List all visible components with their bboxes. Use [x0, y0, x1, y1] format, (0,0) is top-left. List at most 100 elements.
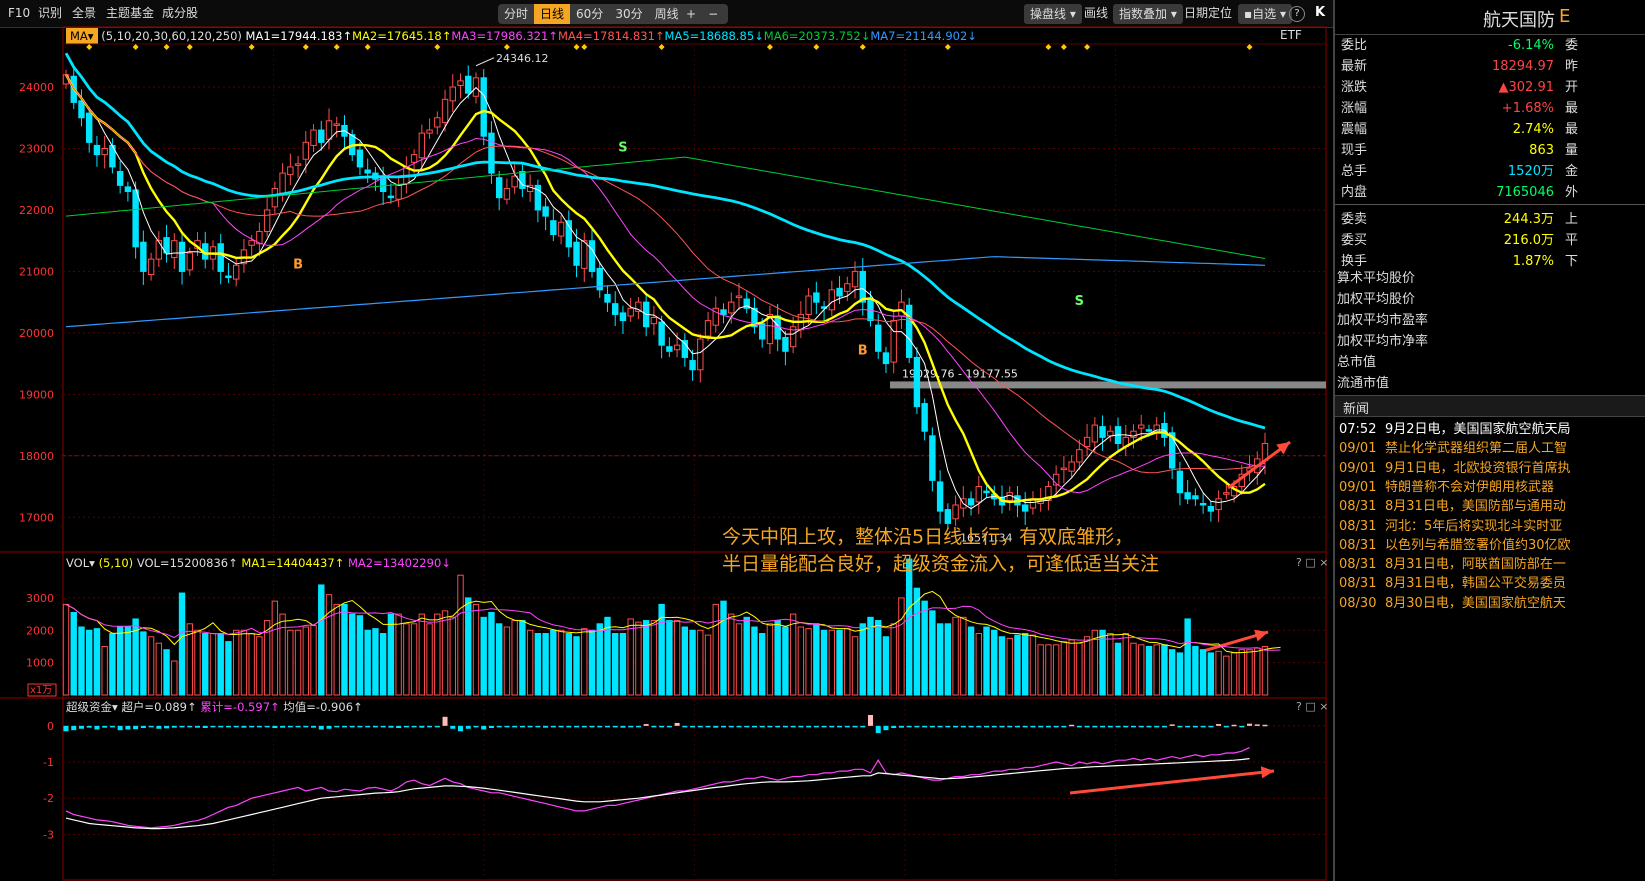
- volume-bar: [573, 636, 580, 696]
- volume-bar: [704, 634, 712, 696]
- candle-body: [844, 283, 851, 292]
- news-title: 新闻: [1343, 402, 1370, 417]
- candle-body: [875, 324, 882, 352]
- news-item[interactable]: 08/31 8月31日电，美国防部与通用动: [1335, 497, 1645, 516]
- quote-label: 总手: [1341, 164, 1368, 179]
- super-fund-bar: [906, 725, 912, 728]
- super-fund-bar: [1208, 725, 1214, 728]
- volume-bar: [410, 623, 418, 696]
- super-fund-bar: [1045, 725, 1051, 728]
- high-price-pointer: [475, 57, 495, 67]
- super-fund-bar: [365, 725, 371, 728]
- volume-bar: [232, 629, 240, 696]
- price-tick-label: 24000: [19, 81, 54, 94]
- candle-body: [557, 221, 565, 237]
- super-fund-bar: [272, 725, 278, 729]
- candle-body: [952, 504, 959, 520]
- candle-body: [147, 258, 155, 275]
- candle-body: [171, 240, 178, 259]
- candle-body: [217, 243, 224, 272]
- super-fund-bar: [241, 725, 247, 728]
- volume-bar: [975, 633, 982, 696]
- range-band: [890, 381, 1326, 389]
- super-fund-bar: [883, 725, 889, 731]
- candle-body: [116, 171, 124, 186]
- chart-canvas[interactable]: 1700018000190002000021000220002300024000…: [0, 0, 1330, 881]
- event-marker: [186, 44, 193, 50]
- volume-bar: [1060, 641, 1068, 696]
- super-fund-bar: [690, 725, 696, 728]
- candle-body: [495, 177, 503, 199]
- super-fund-bar: [256, 725, 262, 728]
- volume-bar: [1184, 618, 1191, 696]
- quote-panel: 航天国防 E 委比 -6.14% 委最新 18294.97 昨涨跌 ▲302.91 开涨幅 +…: [1333, 0, 1645, 881]
- super-fund-bar: [581, 725, 587, 728]
- super-fund-bar: [1038, 725, 1044, 728]
- stat-label: 总市值: [1337, 355, 1377, 370]
- super-fund-bar: [403, 725, 409, 728]
- volume-bar: [882, 636, 890, 696]
- volume-bar: [372, 628, 379, 696]
- event-marker: [766, 44, 773, 50]
- candle-body: [325, 120, 333, 140]
- news-date: 08/30: [1339, 595, 1377, 611]
- super-fund-bar: [968, 725, 974, 728]
- news-item[interactable]: 08/31 8月31日电，阿联酋国防部在一: [1335, 555, 1645, 574]
- annotation-line-2: 半日量能配合良好，超级资金流入，可逢低适当关注: [722, 553, 1160, 575]
- super-fund-bar: [682, 725, 688, 728]
- volume-bar: [960, 616, 967, 696]
- volume-bar: [325, 594, 333, 696]
- super-fund-bar: [550, 725, 556, 728]
- volume-bar: [449, 616, 456, 696]
- vol-panel-controls[interactable]: ? □ ×: [1296, 556, 1328, 569]
- volume-bar: [929, 610, 936, 696]
- volume-bar: [1138, 644, 1145, 696]
- news-item[interactable]: 08/30 8月30日电，美国国家航空航天: [1335, 594, 1645, 613]
- news-item[interactable]: 08/31 河北：5年后将实现北斗实时亚: [1335, 517, 1645, 536]
- volume-bar: [1099, 629, 1106, 696]
- super-fund-bar: [922, 725, 928, 728]
- news-header: 新闻: [1335, 395, 1645, 417]
- news-headline: 河北：5年后将实现北斗实时亚: [1385, 518, 1563, 534]
- volume-bar: [1083, 636, 1091, 696]
- vol-tick-label: 3000: [26, 592, 54, 605]
- news-item[interactable]: 09/01 9月1日电，北欧投资银行首席执: [1335, 459, 1645, 478]
- quote-label: 涨跌: [1341, 80, 1368, 95]
- quote-side-label: 最: [1565, 122, 1579, 137]
- super-fund-bar: [102, 725, 108, 728]
- super-fund-bar: [1107, 725, 1113, 728]
- candle-body: [1184, 492, 1191, 500]
- candle-body: [573, 241, 580, 266]
- news-item[interactable]: 08/31 8月31日电，韩国公平交易委员: [1335, 574, 1645, 593]
- stat-label: 加权平均股价: [1337, 292, 1416, 307]
- super-fund-bar: [643, 724, 649, 726]
- super-fund-bar: [187, 725, 193, 728]
- fund-indicator-selector[interactable]: 超级资金▾: [66, 700, 118, 714]
- news-item[interactable]: 09/01 特朗普称不会对伊朗用核武器: [1335, 478, 1645, 497]
- news-headline: 8月31日电，韩国公平交易委员: [1385, 576, 1566, 592]
- volume-bar: [627, 618, 634, 696]
- news-item[interactable]: 08/31 以色列与希腊签署价值约30亿欧: [1335, 536, 1645, 555]
- vol-indicator-selector[interactable]: VOL▾: [66, 556, 95, 570]
- news-item[interactable]: 09/01 禁止化学武器组织第二届人工智: [1335, 439, 1645, 458]
- news-headline: 8月30日电，美国国家航空航天: [1385, 595, 1566, 611]
- volume-bar: [913, 587, 921, 696]
- candle-body: [905, 304, 913, 358]
- candle-body: [124, 186, 132, 193]
- volume-bar: [1122, 633, 1129, 696]
- candle-body: [944, 509, 952, 524]
- super-fund-bar: [1130, 725, 1136, 728]
- ma5-line: [64, 52, 1266, 430]
- vol-tick-label: 2000: [26, 624, 54, 637]
- super-fund-bar: [1069, 724, 1075, 727]
- super-fund-bar: [914, 725, 920, 728]
- super-fund-bar: [1084, 725, 1090, 728]
- fund-panel-controls[interactable]: ? □ ×: [1296, 700, 1328, 713]
- super-fund-bar: [527, 725, 533, 728]
- volume-bar: [147, 636, 155, 696]
- candle-body: [387, 195, 395, 199]
- quote-side-label: 开: [1565, 80, 1579, 95]
- volume-bar: [851, 636, 859, 696]
- volume-bar: [1037, 644, 1044, 696]
- news-item[interactable]: 07:52 9月2日电，美国国家航空航天局: [1335, 420, 1645, 439]
